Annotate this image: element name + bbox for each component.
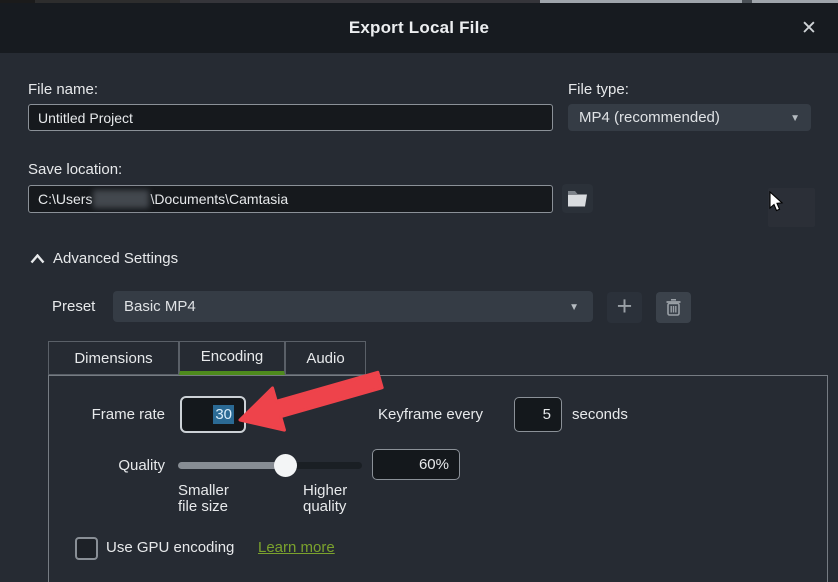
add-preset-button[interactable]: +	[607, 292, 642, 323]
gpu-encoding-checkbox[interactable]	[75, 537, 98, 560]
save-location-prefix: C:\Users	[38, 191, 92, 207]
keyframe-label: Keyframe every	[378, 406, 483, 423]
cursor-icon	[769, 191, 784, 213]
chevron-down-icon: ▼	[790, 112, 800, 123]
tab-dimensions[interactable]: Dimensions	[48, 341, 179, 375]
browse-folder-button[interactable]	[562, 184, 593, 213]
preset-dropdown[interactable]: Basic MP4 ▼	[113, 291, 593, 322]
file-type-value: MP4 (recommended)	[579, 109, 720, 126]
close-icon[interactable]: ✕	[794, 13, 824, 43]
advanced-settings-toggle[interactable]: Advanced Settings	[30, 250, 178, 267]
quality-input[interactable]: 60%	[372, 449, 460, 480]
preset-label: Preset	[52, 298, 95, 315]
frame-rate-label: Frame rate	[60, 406, 165, 423]
quality-min-label: Smaller file size	[178, 483, 248, 515]
file-name-input[interactable]: Untitled Project	[28, 104, 553, 131]
save-location-label: Save location:	[28, 161, 122, 178]
quality-slider-handle[interactable]	[274, 454, 297, 477]
dialog-title: Export Local File	[349, 18, 489, 38]
chevron-down-icon: ▼	[569, 301, 579, 312]
keyframe-unit: seconds	[572, 406, 628, 423]
learn-more-link[interactable]: Learn more	[258, 539, 335, 556]
folder-icon	[567, 190, 588, 207]
delete-preset-button[interactable]	[656, 292, 691, 323]
advanced-settings-label: Advanced Settings	[53, 250, 178, 267]
quality-label: Quality	[60, 457, 165, 474]
quality-value: 60%	[419, 456, 449, 473]
file-name-label: File name:	[28, 81, 98, 98]
file-name-value: Untitled Project	[38, 110, 133, 126]
quality-slider-fill	[178, 462, 285, 469]
keyframe-value: 5	[543, 406, 551, 423]
redacted-username	[93, 190, 149, 208]
quality-max-label: Higher quality	[303, 483, 367, 515]
trash-icon	[666, 299, 681, 316]
save-location-input[interactable]: C:\Users \Documents\Camtasia	[28, 185, 553, 213]
export-dialog: Export Local File ✕ File name: Untitled …	[0, 0, 838, 582]
dialog-titlebar: Export Local File ✕	[0, 3, 838, 53]
annotation-arrow	[230, 370, 390, 440]
file-type-label: File type:	[568, 81, 629, 98]
quality-slider[interactable]	[178, 462, 362, 469]
gpu-encoding-label: Use GPU encoding	[106, 539, 234, 556]
plus-icon: +	[617, 293, 633, 320]
keyframe-input[interactable]: 5	[514, 397, 562, 432]
preset-value: Basic MP4	[124, 298, 196, 315]
chevron-up-icon	[30, 254, 45, 264]
save-location-suffix: \Documents\Camtasia	[150, 191, 288, 207]
file-type-dropdown[interactable]: MP4 (recommended) ▼	[568, 104, 811, 131]
